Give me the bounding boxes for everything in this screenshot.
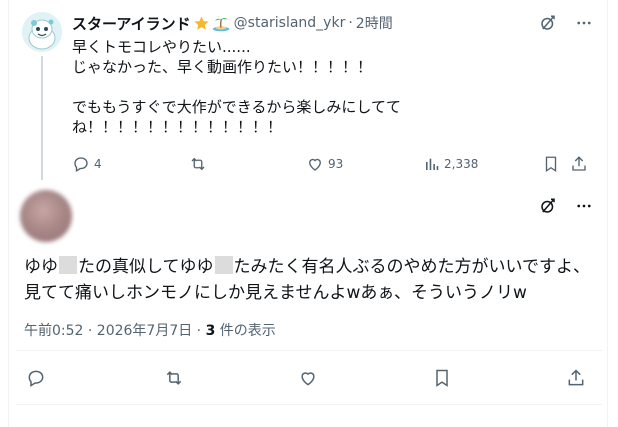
retweet-button[interactable] <box>188 152 212 176</box>
user-handle[interactable]: @starisland_ykr <box>234 15 346 31</box>
share-button[interactable] <box>570 152 588 176</box>
reply-count: 4 <box>94 157 102 171</box>
views-label: 件の表示 <box>215 323 276 339</box>
divider <box>16 350 602 351</box>
retweet-icon <box>163 368 185 388</box>
reply-text-part: ゆゆ <box>24 257 58 277</box>
like-count: 93 <box>328 157 344 171</box>
view-count: 2,338 <box>444 157 479 171</box>
retweet-icon <box>188 155 208 173</box>
analytics-icon <box>424 156 440 172</box>
like-button[interactable]: 93 <box>306 152 343 176</box>
avatar-blurred[interactable] <box>20 190 72 242</box>
reply-text-line: ゆゆ たの真似してゆゆ たみたく有名人ぶるのやめた方がいいですよ、 <box>24 254 596 280</box>
bookmark-icon <box>542 155 560 173</box>
tweet-meta: 午前0:52 · 2026年7月7日 · 3 件の表示 <box>24 320 276 340</box>
heart-icon <box>306 155 324 173</box>
bookmark-button[interactable] <box>542 152 560 176</box>
grok-icon[interactable] <box>538 196 558 216</box>
bookmark-icon <box>432 368 452 388</box>
avatar[interactable] <box>22 12 62 52</box>
like-button[interactable] <box>296 366 320 390</box>
share-button[interactable] <box>564 366 588 390</box>
share-icon <box>566 368 586 388</box>
paragraph-break <box>72 77 572 97</box>
reply-button[interactable] <box>24 366 48 390</box>
reply-text-line: 見てて痛いしホンモノにしか見えませんよwあぁ、そういうノリw <box>24 283 527 303</box>
tweet-time[interactable]: 2時間 <box>356 13 393 33</box>
reply-icon <box>72 155 90 173</box>
thread-line <box>41 56 43 180</box>
reply-text: ゆゆ たの真似してゆゆ たみたく有名人ぶるのやめた方がいいですよ、 見てて痛いしホン… <box>24 254 596 306</box>
share-icon <box>570 155 588 173</box>
heart-icon <box>298 368 318 388</box>
tweet-text-line: 早くトモコレやりたい...... <box>72 38 251 56</box>
island-emoji-icon <box>212 14 230 32</box>
tweet-text-line: でももうすぐで大作ができるから楽しみにしてて <box>72 98 401 116</box>
grok-icon[interactable] <box>538 13 558 33</box>
reply-action-bar <box>24 366 596 390</box>
bookmark-button[interactable] <box>430 366 454 390</box>
reply-button[interactable]: 4 <box>72 152 102 176</box>
star-emoji-icon <box>193 15 210 32</box>
redaction-block <box>59 256 77 274</box>
tweet-header: スターアイランド @starisland_ykr · 2時間 <box>72 13 393 33</box>
tweet-action-bar: 4 93 2,338 <box>68 152 592 176</box>
timestamp[interactable]: 午前0:52 · 2026年7月7日 · <box>24 323 206 339</box>
reply-top-actions <box>538 196 594 216</box>
views-count[interactable]: 3 <box>206 323 216 339</box>
redaction-block <box>214 256 233 274</box>
retweet-button[interactable] <box>162 366 186 390</box>
reply-text-part: たみたく有名人ぶるのやめた方がいいですよ、 <box>233 257 591 277</box>
display-name[interactable]: スターアイランド <box>72 13 191 34</box>
tweet-text-line: じゃなかった、早く動画作りたい！！！！！ <box>72 58 373 76</box>
tweet-text: 早くトモコレやりたい...... じゃなかった、早く動画作りたい！！！！！ でも… <box>72 37 572 137</box>
more-options-icon[interactable] <box>574 13 594 33</box>
reply-text-part: たの真似してゆゆ <box>78 257 214 277</box>
reply-icon <box>26 368 46 388</box>
separator-dot: · <box>348 15 353 31</box>
tweet-top-actions <box>538 13 594 33</box>
more-options-icon[interactable] <box>574 196 594 216</box>
divider <box>16 404 602 405</box>
views-button[interactable]: 2,338 <box>424 152 478 176</box>
tweet-text-line: ね！！！！！！！！！！！！！ <box>72 118 283 136</box>
